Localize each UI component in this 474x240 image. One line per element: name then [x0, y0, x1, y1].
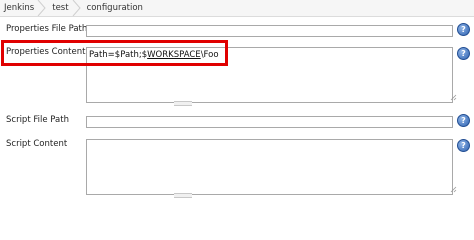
properties-file-path-input[interactable]: [86, 25, 453, 37]
highlight-annotation: [1, 40, 228, 66]
script-content-textarea[interactable]: [86, 139, 453, 195]
textarea-resize-grip[interactable]: [174, 101, 192, 106]
help-icon[interactable]: ?: [457, 47, 470, 60]
breadcrumb-item-label[interactable]: configuration: [87, 3, 143, 13]
textarea-resize-grip[interactable]: [174, 193, 192, 198]
script-content-label: Script Content: [6, 139, 68, 149]
breadcrumb-item-label[interactable]: test: [52, 3, 68, 13]
breadcrumb: Jenkins test configuration: [0, 0, 474, 17]
help-icon[interactable]: ?: [457, 23, 470, 36]
breadcrumb-item-label[interactable]: Jenkins: [4, 3, 34, 13]
breadcrumb-separator-icon: [37, 0, 46, 16]
properties-file-path-label: Properties File Path: [6, 24, 88, 34]
breadcrumb-item-test[interactable]: test: [46, 0, 81, 16]
help-icon[interactable]: ?: [457, 139, 470, 152]
help-icon[interactable]: ?: [457, 114, 470, 127]
resize-handle-icon[interactable]: [450, 94, 457, 101]
breadcrumb-item-jenkins[interactable]: Jenkins: [0, 0, 46, 16]
resize-handle-icon[interactable]: [450, 186, 457, 193]
breadcrumb-separator-icon: [72, 0, 81, 16]
script-file-path-label: Script File Path: [6, 115, 69, 125]
script-file-path-input[interactable]: [86, 116, 453, 128]
breadcrumb-item-configuration[interactable]: configuration: [81, 0, 149, 16]
